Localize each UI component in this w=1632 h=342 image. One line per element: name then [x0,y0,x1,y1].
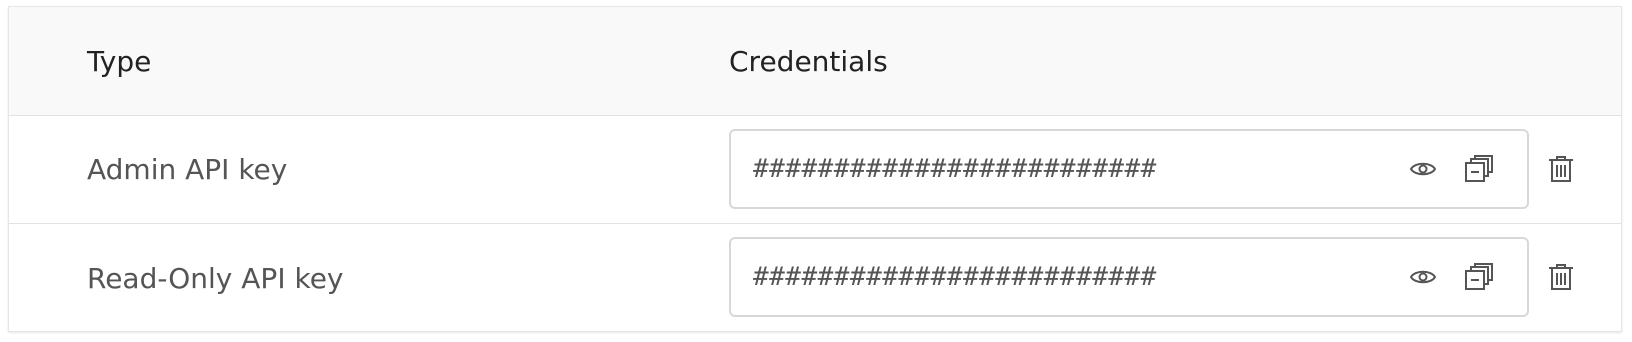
credential-field[interactable]: ######################### [729,129,1529,209]
copy-icon[interactable] [1457,239,1501,315]
credential-type-label: Admin API key [87,153,288,186]
copy-icon[interactable] [1457,131,1501,207]
type-column-header: Type [87,45,152,78]
credential-type-label: Read-Only API key [87,262,344,295]
eye-icon[interactable] [1401,239,1445,315]
eye-icon[interactable] [1401,131,1445,207]
credential-value[interactable]: ######################### [753,131,1373,207]
table-row: Read-Only API key ######################… [9,224,1621,331]
credential-field[interactable]: ######################### [729,237,1529,317]
table-header: Type Credentials [9,7,1621,116]
credentials-column-header: Credentials [729,45,888,78]
credential-value[interactable]: ######################### [753,239,1373,315]
trash-icon[interactable] [1539,237,1583,317]
credentials-table: Type Credentials Admin API key #########… [8,6,1622,332]
trash-icon[interactable] [1539,129,1583,209]
table-row: Admin API key ######################### [9,116,1621,224]
